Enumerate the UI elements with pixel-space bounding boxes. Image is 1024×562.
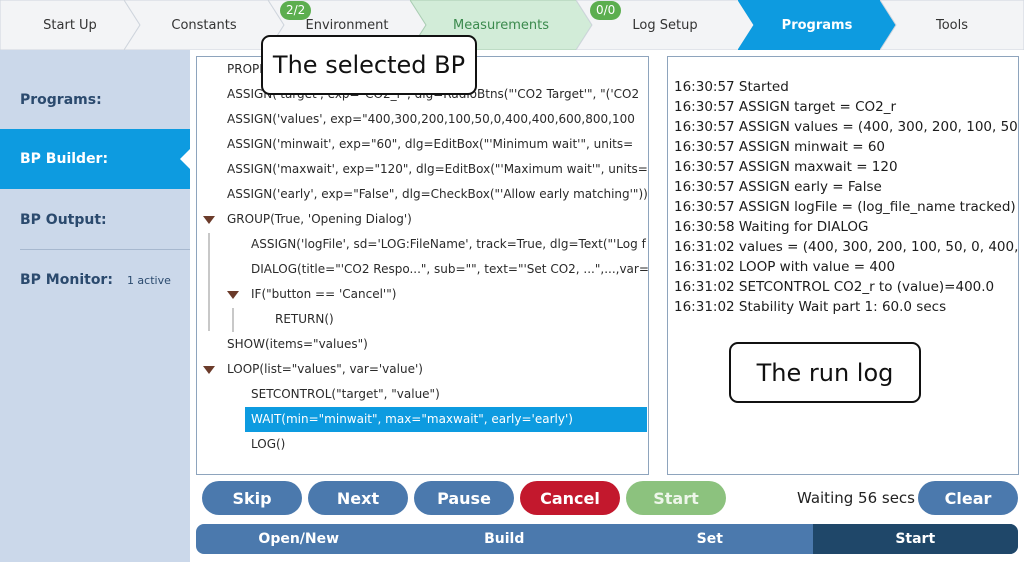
sidebar: Programs: BP Builder: BP Output: BP Moni… [0, 50, 190, 562]
callout-run-log: The run log [729, 342, 921, 403]
next-button[interactable]: Next [308, 481, 408, 515]
sidebar-item-bp-builder[interactable]: BP Builder: [0, 129, 190, 189]
expand-triangle-icon[interactable] [227, 291, 239, 299]
expand-triangle-icon[interactable] [203, 216, 215, 224]
tree-line[interactable]: RETURN() [275, 307, 334, 332]
log-line: 16:31:02 Stability Wait part 1: 60.0 sec… [674, 299, 947, 315]
sidebar-item-bp-output[interactable]: BP Output: [0, 190, 190, 250]
tree-line[interactable]: DIALOG(title="'CO2 Respo...", sub="", te… [251, 257, 648, 282]
callout-selected-bp: The selected BP [261, 35, 477, 95]
sidebar-item-label: BP Output: [20, 212, 107, 228]
tab-tools[interactable]: Tools [880, 0, 1024, 50]
clear-button[interactable]: Clear [918, 481, 1018, 515]
log-line: 16:30:57 ASSIGN maxwait = 120 [674, 159, 898, 175]
tree-guide-line [232, 308, 234, 332]
tree-line[interactable]: ASSIGN('maxwait', exp="120", dlg=EditBox… [227, 157, 648, 182]
tab-label: Measurements [452, 17, 550, 33]
tree-line[interactable]: SETCONTROL("target", "value") [251, 382, 440, 407]
tab-start-up[interactable]: Start Up [0, 0, 140, 50]
log-line: 16:31:02 SETCONTROL CO2_r to (value)=400… [674, 279, 995, 295]
expand-triangle-icon[interactable] [203, 366, 215, 374]
mode-open-new[interactable]: Open/New [196, 524, 402, 554]
mode-set[interactable]: Set [607, 524, 813, 554]
tab-label: Constants [171, 17, 237, 33]
log-line: 16:30:58 Waiting for DIALOG [674, 219, 869, 235]
run-log-panel[interactable]: 16:30:57 Started 16:30:57 ASSIGN target … [667, 56, 1019, 475]
tab-programs[interactable]: Programs [738, 0, 896, 50]
sidebar-item-bp-monitor[interactable]: BP Monitor: 1 active [0, 250, 190, 310]
start-button[interactable]: Start [626, 481, 726, 515]
log-line: 16:30:57 ASSIGN minwait = 60 [674, 139, 886, 155]
step-tab-bar: Start Up Constants Environment 2/2 Measu… [0, 0, 1024, 50]
log-line: 16:30:57 ASSIGN values = (400, 300, 200,… [674, 119, 1019, 135]
sidebar-item-label: BP Monitor: [20, 272, 113, 288]
tree-line[interactable]: ASSIGN('logFile', sd='LOG:FileName', tra… [251, 232, 646, 257]
tree-line[interactable]: ASSIGN('early', exp="False", dlg=CheckBo… [227, 182, 648, 207]
sidebar-item-label: BP Builder: [20, 151, 109, 167]
bp-monitor-active-count: 1 active [126, 273, 171, 287]
log-line: 16:30:57 Started [674, 79, 789, 95]
tab-constants[interactable]: Constants [124, 0, 284, 50]
tab-label: Environment [305, 17, 389, 33]
tree-line-selected[interactable]: WAIT(min="minwait", max="maxwait", early… [245, 407, 647, 432]
tree-line[interactable]: ASSIGN('minwait', exp="60", dlg=EditBox(… [227, 132, 633, 157]
tab-label: Tools [935, 17, 969, 33]
tree-line[interactable]: LOG() [251, 432, 285, 457]
tree-line[interactable]: SHOW(items="values") [227, 332, 368, 357]
mode-build[interactable]: Build [402, 524, 608, 554]
log-line: 16:30:57 ASSIGN logFile = (log_file_name… [674, 199, 1016, 215]
tree-line[interactable]: ASSIGN('values', exp="400,300,200,100,50… [227, 107, 635, 132]
cancel-button[interactable]: Cancel [520, 481, 620, 515]
environment-count-badge: 2/2 [280, 1, 312, 20]
log-line: 16:31:02 values = (400, 300, 200, 100, 5… [674, 239, 1019, 255]
tree-line[interactable]: LOOP(list="values", var='value') [227, 357, 423, 382]
sidebar-item-programs[interactable]: Programs: [0, 70, 190, 130]
active-item-pointer [180, 149, 190, 169]
tree-line[interactable]: IF("button == 'Cancel'") [251, 282, 396, 307]
tab-label: Programs [781, 17, 853, 33]
waiting-status: Waiting 56 secs [796, 489, 915, 507]
pause-button[interactable]: Pause [414, 481, 514, 515]
tab-label: Log Setup [632, 17, 698, 33]
tab-log-setup[interactable]: Log Setup 0/0 [576, 0, 754, 50]
sidebar-item-label: Programs: [20, 92, 102, 108]
mode-bar: Open/New Build Set Start [196, 524, 1018, 554]
log-line: 16:31:02 LOOP with value = 400 [674, 259, 896, 275]
skip-button[interactable]: Skip [202, 481, 302, 515]
log-line: 16:30:57 ASSIGN target = CO2_r [674, 99, 897, 115]
log-setup-count-badge: 0/0 [590, 1, 622, 20]
mode-start[interactable]: Start [812, 524, 1018, 554]
tree-line[interactable]: GROUP(True, 'Opening Dialog') [227, 207, 412, 232]
bp-tree-panel[interactable]: PROPE ASSIGN('target', exp="CO2_r", dlg=… [196, 56, 649, 475]
tab-label: Start Up [43, 17, 97, 33]
log-line: 16:30:57 ASSIGN early = False [674, 179, 882, 195]
tree-guide-line [208, 233, 210, 331]
